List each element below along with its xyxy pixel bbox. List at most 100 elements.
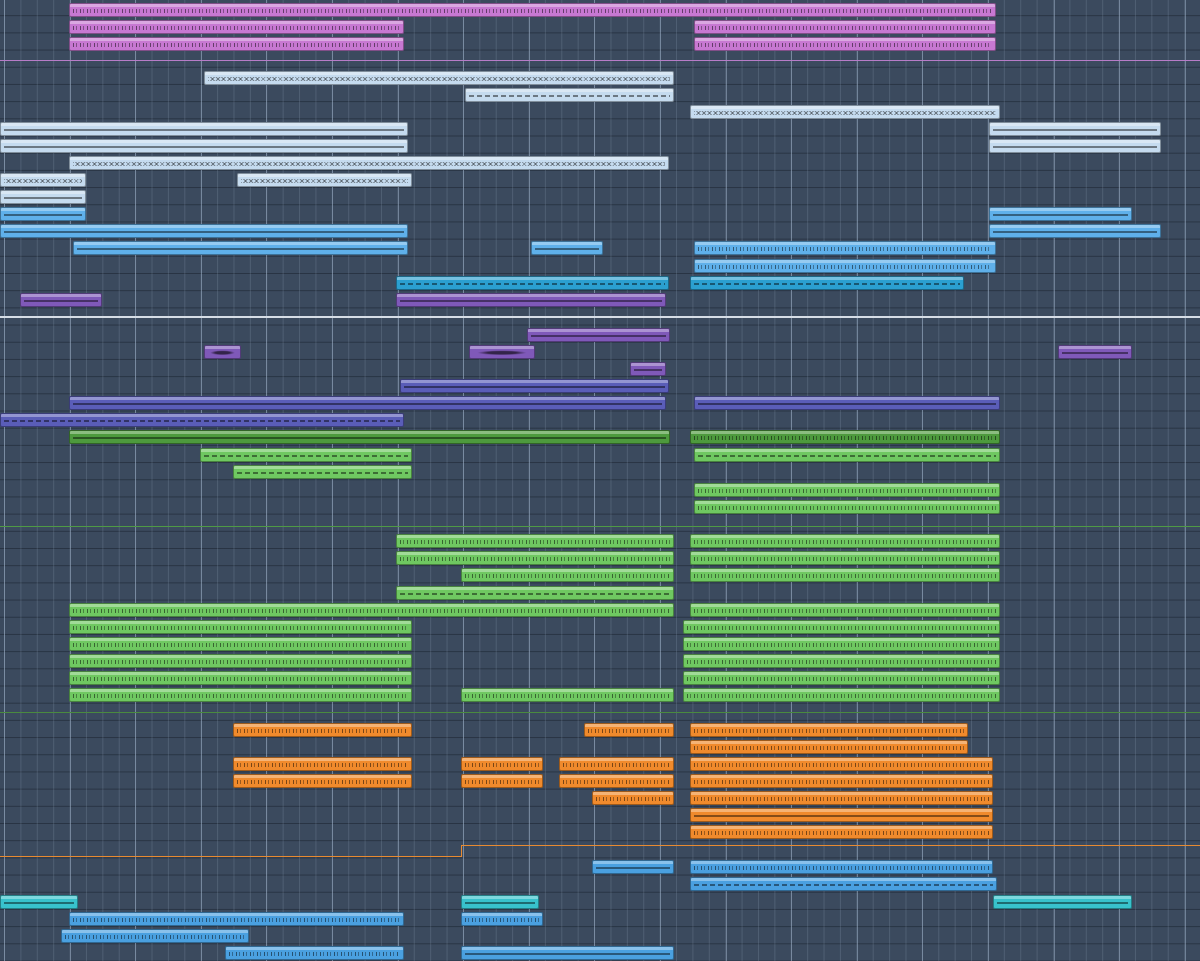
midi-clip[interactable]: [993, 895, 1132, 909]
midi-clip[interactable]: [69, 3, 996, 17]
midi-clip[interactable]: [233, 774, 412, 788]
midi-clip[interactable]: [683, 654, 1000, 668]
track-group-divider: [0, 712, 1200, 713]
midi-clip[interactable]: [584, 723, 674, 737]
midi-clip[interactable]: [527, 328, 670, 342]
midi-clip[interactable]: [989, 224, 1161, 238]
midi-clip[interactable]: [69, 654, 412, 668]
midi-clip[interactable]: [690, 774, 993, 788]
midi-clip[interactable]: [694, 500, 1000, 514]
midi-clip[interactable]: [690, 757, 993, 771]
clip-notes: [993, 127, 1157, 132]
midi-clip[interactable]: [461, 912, 543, 926]
midi-clip[interactable]: [69, 688, 412, 702]
midi-clip[interactable]: [683, 671, 1000, 685]
midi-clip[interactable]: [690, 603, 1000, 617]
midi-clip[interactable]: [694, 37, 996, 51]
midi-clip[interactable]: [559, 774, 674, 788]
midi-clip[interactable]: [0, 413, 404, 427]
midi-clip[interactable]: [0, 207, 86, 221]
midi-clip[interactable]: [690, 860, 993, 874]
midi-clip[interactable]: [0, 139, 408, 153]
midi-clip[interactable]: [69, 637, 412, 651]
midi-clip[interactable]: [469, 345, 535, 359]
midi-clip[interactable]: [694, 483, 1000, 497]
midi-clip[interactable]: [694, 448, 1000, 462]
clip-notes: [77, 246, 404, 251]
midi-clip[interactable]: [20, 293, 102, 307]
midi-clip[interactable]: [396, 586, 674, 600]
midi-clip[interactable]: [461, 757, 543, 771]
midi-clip[interactable]: [690, 791, 993, 805]
midi-clip[interactable]: [592, 860, 674, 874]
midi-clip[interactable]: [69, 620, 412, 634]
midi-clip[interactable]: [989, 122, 1161, 136]
midi-clip[interactable]: [200, 448, 412, 462]
midi-clip[interactable]: [69, 430, 670, 444]
midi-clip[interactable]: [0, 190, 86, 204]
midi-clip[interactable]: [69, 20, 404, 34]
midi-clip[interactable]: [461, 568, 674, 582]
midi-clip[interactable]: [204, 345, 241, 359]
midi-clip[interactable]: [69, 37, 404, 51]
midi-clip[interactable]: [233, 757, 412, 771]
midi-clip[interactable]: [694, 20, 996, 34]
midi-clip[interactable]: [592, 791, 674, 805]
midi-clip[interactable]: [690, 534, 1000, 548]
midi-clip[interactable]: [690, 551, 1000, 565]
midi-clip[interactable]: [989, 139, 1161, 153]
midi-clip[interactable]: [690, 825, 993, 839]
midi-clip[interactable]: [396, 551, 674, 565]
midi-clip[interactable]: [690, 276, 964, 290]
midi-clip[interactable]: [396, 293, 666, 307]
midi-clip[interactable]: [690, 568, 1000, 582]
midi-clip[interactable]: [1058, 345, 1132, 359]
midi-clip[interactable]: [559, 757, 674, 771]
midi-clip[interactable]: [694, 259, 996, 273]
midi-clip[interactable]: [690, 723, 968, 737]
clip-header: [70, 621, 411, 624]
midi-clip[interactable]: [69, 603, 674, 617]
arrangement-area[interactable]: [0, 0, 1200, 961]
midi-clip[interactable]: [396, 276, 669, 290]
midi-clip[interactable]: [0, 173, 86, 187]
midi-clip[interactable]: [690, 430, 1000, 444]
midi-clip[interactable]: [69, 912, 404, 926]
midi-clip[interactable]: [690, 877, 997, 891]
midi-clip[interactable]: [683, 688, 1000, 702]
midi-clip[interactable]: [690, 740, 968, 754]
midi-clip[interactable]: [465, 88, 674, 102]
clip-notes: [24, 298, 98, 303]
midi-clip[interactable]: [683, 620, 1000, 634]
midi-clip[interactable]: [531, 241, 603, 255]
midi-clip[interactable]: [73, 241, 408, 255]
midi-clip[interactable]: [690, 808, 993, 822]
midi-clip[interactable]: [989, 207, 1132, 221]
midi-clip[interactable]: [233, 723, 412, 737]
midi-clip[interactable]: [0, 895, 78, 909]
midi-clip[interactable]: [694, 241, 996, 255]
midi-clip[interactable]: [461, 895, 539, 909]
midi-clip[interactable]: [225, 946, 404, 960]
midi-clip[interactable]: [69, 671, 412, 685]
midi-clip[interactable]: [400, 379, 669, 393]
midi-clip[interactable]: [61, 929, 249, 943]
midi-clip[interactable]: [630, 362, 666, 376]
midi-clip[interactable]: [233, 465, 412, 479]
midi-clip[interactable]: [461, 688, 674, 702]
midi-clip[interactable]: [0, 224, 408, 238]
midi-clip[interactable]: [237, 173, 412, 187]
midi-clip[interactable]: [69, 156, 669, 170]
midi-clip[interactable]: [690, 105, 1000, 119]
midi-clip[interactable]: [461, 946, 674, 960]
midi-clip[interactable]: [396, 534, 674, 548]
track-group-divider: [0, 526, 1200, 527]
midi-clip[interactable]: [0, 122, 408, 136]
automation-line[interactable]: [0, 856, 462, 857]
midi-clip[interactable]: [461, 774, 543, 788]
midi-clip[interactable]: [683, 637, 1000, 651]
midi-clip[interactable]: [69, 396, 666, 410]
midi-clip[interactable]: [694, 396, 1000, 410]
midi-clip[interactable]: [204, 71, 674, 85]
automation-line[interactable]: [462, 845, 1200, 846]
